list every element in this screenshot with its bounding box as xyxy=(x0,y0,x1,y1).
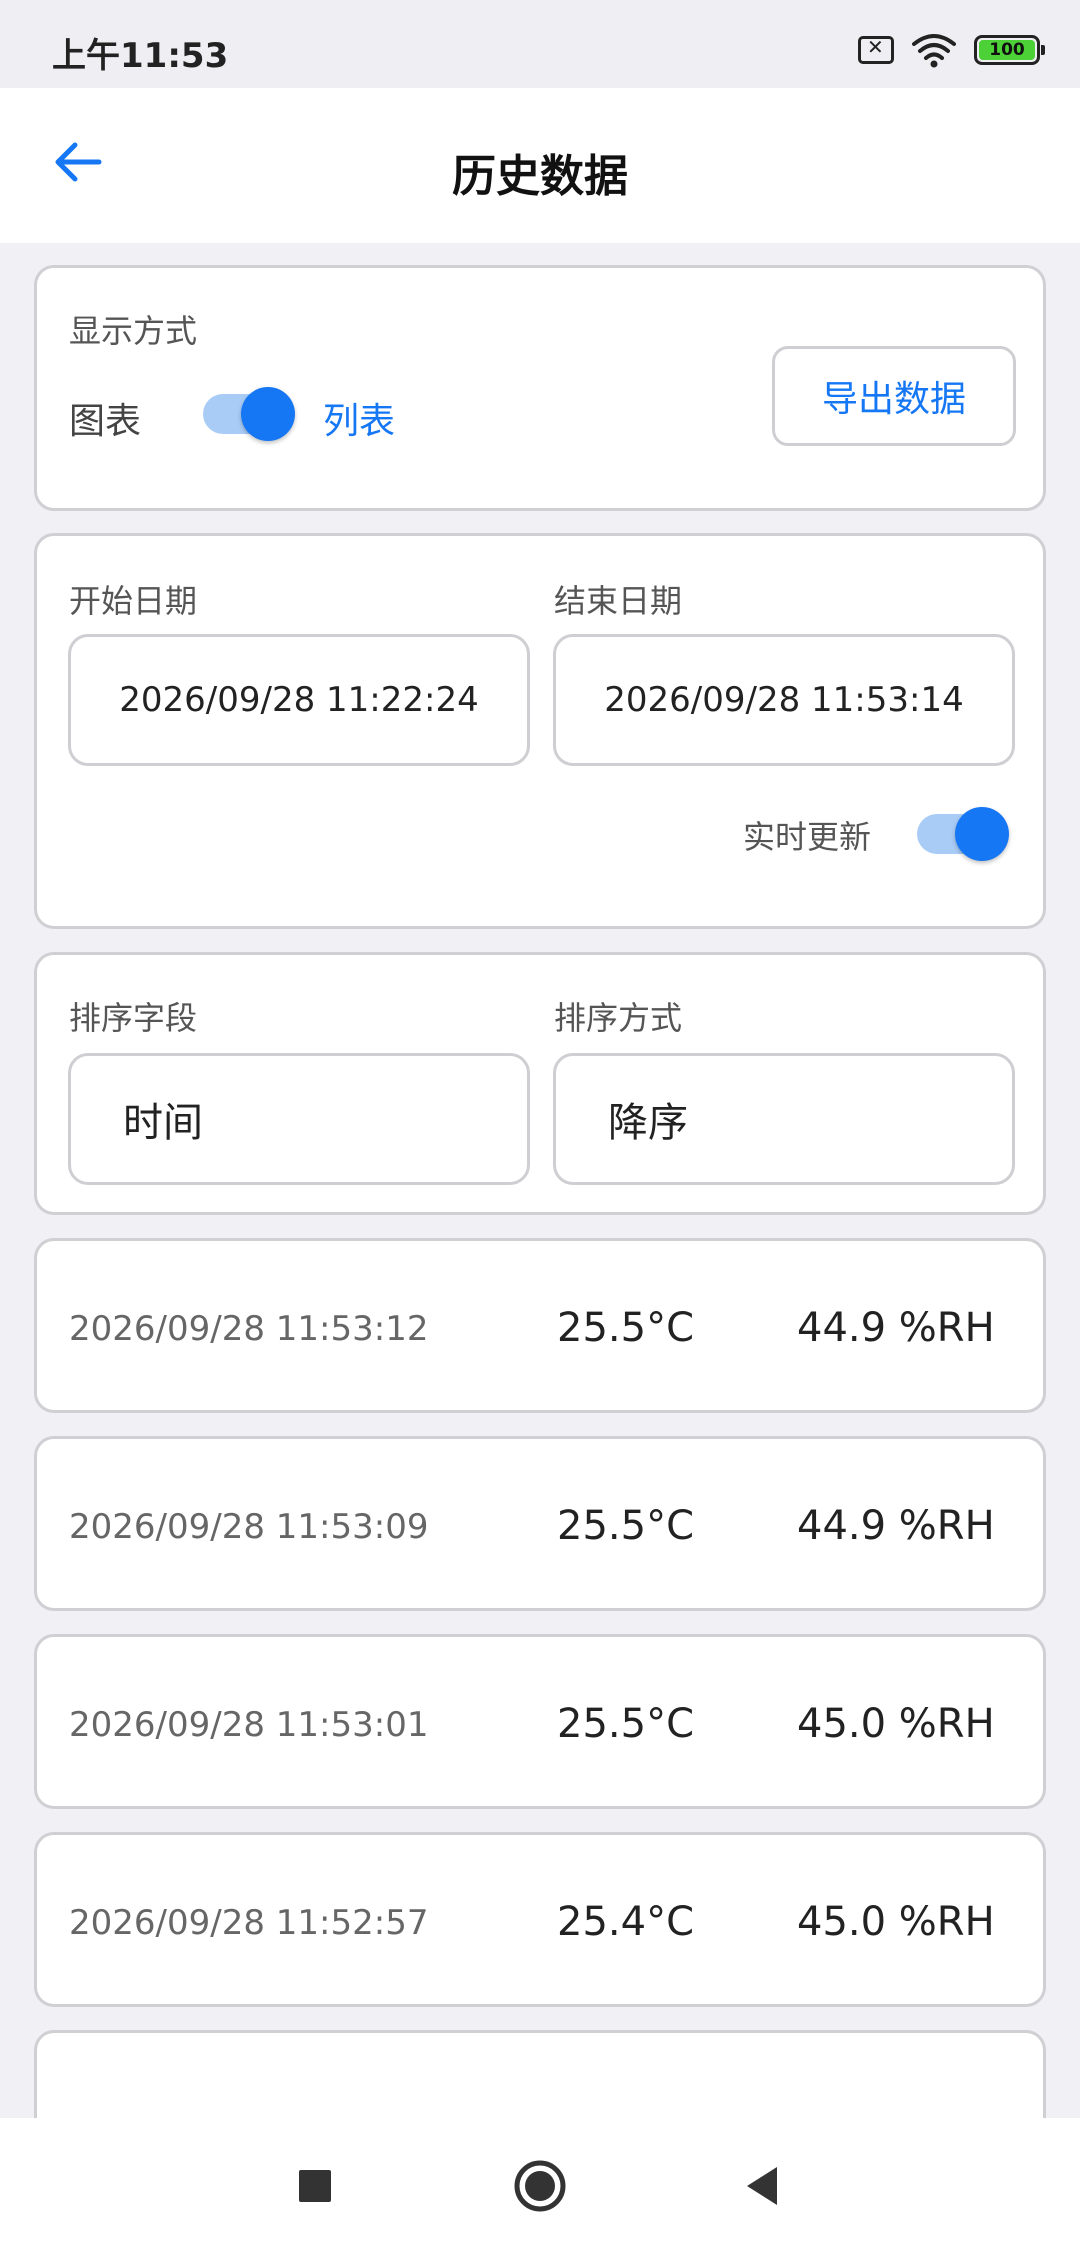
end-date-label: 结束日期 xyxy=(554,582,683,620)
realtime-update-label: 实时更新 xyxy=(743,818,872,856)
display-mode-toggle[interactable] xyxy=(203,387,295,441)
sort-field-select[interactable]: 时间 xyxy=(68,1053,530,1185)
record-row[interactable]: 2026/09/28 11:52:57 25.4°C 45.0 %RH xyxy=(34,1832,1046,2007)
status-time: 上午11:53 xyxy=(52,36,229,76)
record-humidity: 44.9 %RH xyxy=(797,1503,995,1549)
toggle-knob xyxy=(955,807,1009,861)
sim-off-icon xyxy=(858,35,894,64)
app-bar: 历史数据 xyxy=(0,88,1080,243)
record-temperature: 25.5°C xyxy=(557,1701,694,1747)
back-nav-button[interactable] xyxy=(732,2156,792,2216)
record-temperature: 25.5°C xyxy=(557,1503,694,1549)
wifi-icon xyxy=(912,34,956,68)
battery-level: 100 xyxy=(979,40,1035,60)
record-time: 2026/09/28 11:53:01 xyxy=(69,1705,429,1745)
start-date-field[interactable]: 2026/09/28 11:22:24 xyxy=(68,634,530,766)
sort-field-label: 排序字段 xyxy=(69,999,198,1037)
record-humidity: 45.0 %RH xyxy=(797,1701,995,1747)
toggle-knob xyxy=(241,387,295,441)
record-time: 2026/09/28 11:52:57 xyxy=(69,1903,429,1943)
display-mode-heading: 显示方式 xyxy=(69,312,198,350)
start-date-label: 开始日期 xyxy=(69,582,198,620)
list-option-label[interactable]: 列表 xyxy=(323,392,395,444)
export-data-button[interactable]: 导出数据 xyxy=(772,346,1016,446)
record-row[interactable]: 2026/09/28 11:53:09 25.5°C 44.9 %RH xyxy=(34,1436,1046,1611)
record-row[interactable]: 2026/09/28 11:53:12 25.5°C 44.9 %RH xyxy=(34,1238,1046,1413)
record-humidity: 44.9 %RH xyxy=(797,1305,995,1351)
sorting-card: 排序字段 排序方式 时间 降序 xyxy=(34,952,1046,1215)
record-humidity: 45.0 %RH xyxy=(797,1899,995,1945)
record-temperature: 25.4°C xyxy=(557,1899,694,1945)
date-range-card: 开始日期 结束日期 2026/09/28 11:22:24 2026/09/28… xyxy=(34,533,1046,929)
recent-apps-button[interactable] xyxy=(285,2156,345,2216)
record-time: 2026/09/28 11:53:09 xyxy=(69,1507,429,1547)
home-icon xyxy=(514,2160,566,2212)
record-row-partial[interactable] xyxy=(34,2030,1046,2130)
sort-order-label: 排序方式 xyxy=(554,999,683,1037)
back-icon xyxy=(747,2167,777,2205)
home-button[interactable] xyxy=(510,2156,570,2216)
status-icons: 100 xyxy=(858,30,1045,70)
record-temperature: 25.5°C xyxy=(557,1305,694,1351)
status-bar: 上午11:53 100 xyxy=(0,0,1080,88)
battery-icon: 100 xyxy=(974,35,1045,65)
record-row[interactable]: 2026/09/28 11:53:01 25.5°C 45.0 %RH xyxy=(34,1634,1046,1809)
sort-order-select[interactable]: 降序 xyxy=(553,1053,1015,1185)
record-time: 2026/09/28 11:53:12 xyxy=(69,1309,429,1349)
page-title: 历史数据 xyxy=(452,151,628,202)
chart-option-label[interactable]: 图表 xyxy=(69,392,141,444)
end-date-field[interactable]: 2026/09/28 11:53:14 xyxy=(553,634,1015,766)
system-nav-bar xyxy=(0,2118,1080,2248)
realtime-update-toggle[interactable] xyxy=(917,807,1009,861)
recent-apps-icon xyxy=(299,2170,331,2202)
display-mode-card: 显示方式 图表 列表 导出数据 xyxy=(34,265,1046,511)
